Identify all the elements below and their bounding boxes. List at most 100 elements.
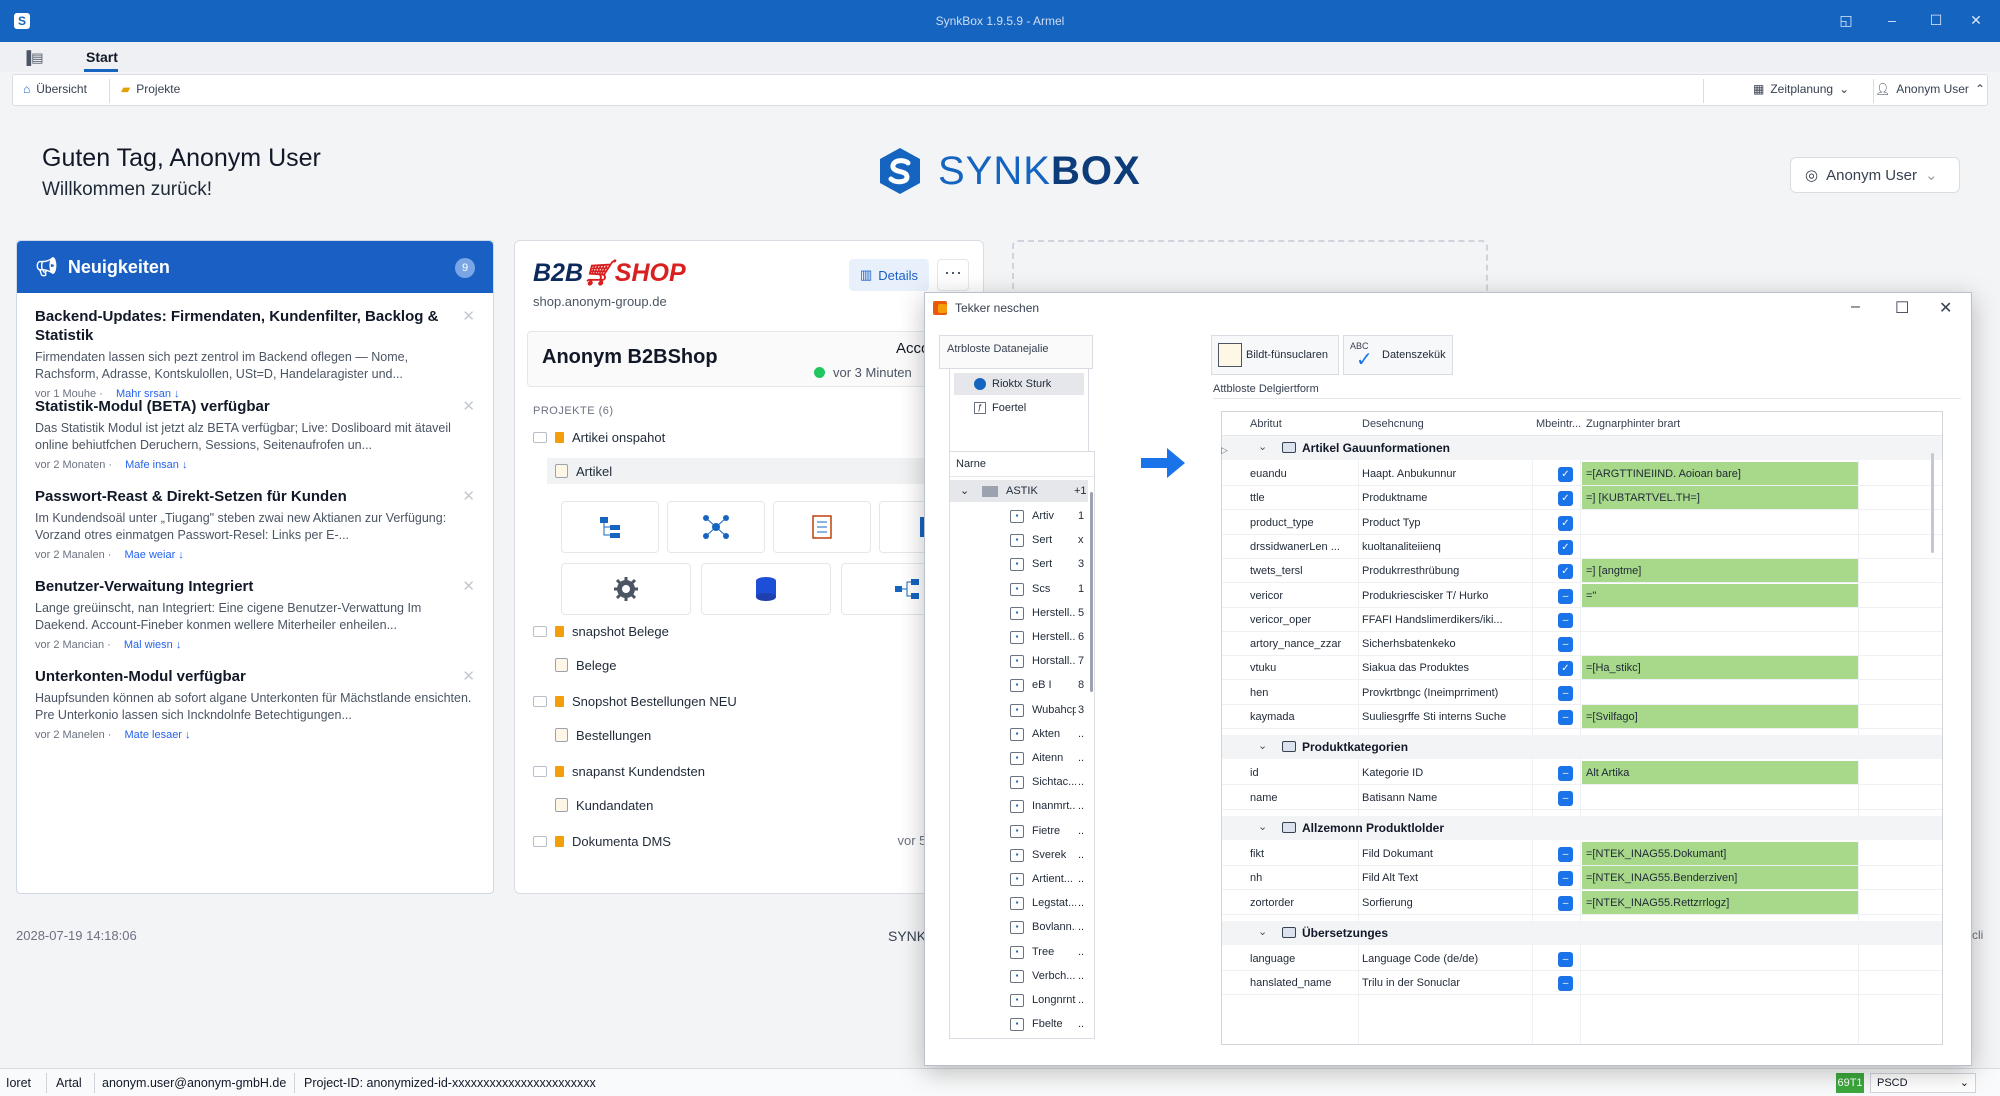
grid-row[interactable]: drssidwanerLen ... kuoltanaliteiienq ✓	[1222, 535, 1942, 559]
tree-field-row[interactable]: ▪ Akten..	[950, 722, 1088, 746]
checkbox[interactable]: –	[1558, 790, 1573, 806]
project-folder[interactable]: Dokumenta DMS	[533, 828, 671, 854]
grid-group-header[interactable]: ⌄ Übersetzunges	[1222, 920, 1942, 945]
close-icon[interactable]: ✕	[462, 307, 475, 325]
checkbox[interactable]: ✓	[1558, 564, 1573, 580]
shop-url[interactable]: shop.anonym-group.de	[533, 294, 667, 309]
checkbox[interactable]: ✓	[1558, 491, 1573, 507]
checkbox[interactable]: –	[1558, 846, 1573, 862]
close-icon[interactable]: ✕	[1939, 298, 1952, 318]
mapping-cell[interactable]: =[NTEK_INAG55.Rettzrrlogz]	[1582, 890, 1858, 914]
grid-row[interactable]: name Batisann Name –	[1222, 786, 1942, 810]
collapse-arrow-icon[interactable]: ▷	[1221, 445, 1228, 456]
mapping-cell[interactable]	[1582, 971, 1858, 994]
close-icon[interactable]: ✕	[462, 667, 475, 685]
empty-card-placeholder[interactable]	[1012, 240, 1488, 300]
schedule-dropdown[interactable]: ▦ Zeitplanung ⌄	[1753, 82, 1849, 96]
grid-row[interactable]: hen Provkrtbngc (Ineimprriment) –	[1222, 681, 1942, 705]
checkbox[interactable]: –	[1558, 685, 1573, 701]
image-replace-button[interactable]: Bildt-fünsuclaren	[1211, 335, 1339, 375]
mapping-cell[interactable]: =[NTEK_INAG55.Dokumant]	[1582, 841, 1858, 865]
close-icon[interactable]: ✕	[462, 487, 475, 505]
database-cylinder-icon[interactable]	[701, 563, 831, 615]
read-more-link[interactable]: Mae weiar ↓	[125, 549, 184, 561]
project-folder[interactable]: Artikei onspahot	[533, 424, 665, 450]
project-folder[interactable]: snapanst Kundendsten	[533, 758, 705, 784]
mapping-cell[interactable]	[1582, 608, 1858, 631]
close-icon[interactable]: ✕	[1966, 12, 1986, 29]
user-menu[interactable]: 👤︎ Anonym User ⌃	[1875, 82, 1985, 96]
grid-row[interactable]: id Kategorie ID – Alt Artika	[1222, 761, 1942, 786]
read-more-link[interactable]: Mafe insan ↓	[125, 459, 187, 471]
scrollbar[interactable]	[1090, 492, 1093, 692]
more-options-button[interactable]: ···	[937, 259, 969, 291]
tree-field-row[interactable]: ▪ Longnrnt..	[950, 988, 1088, 1012]
tree-structure-icon[interactable]	[561, 501, 659, 553]
news-item[interactable]: Unterkonten-Modul verfügbar Haupfsunden …	[35, 667, 475, 741]
mapping-cell[interactable]: =[Ha_stikc]	[1582, 656, 1858, 680]
grid-row[interactable]: euandu Haapt. Anbukunnur ✓ =[ARGTTINEIIN…	[1222, 462, 1942, 486]
tree-field-row[interactable]: ▪Bovlann.....	[950, 915, 1088, 939]
tree-field-row[interactable]: ▪ Aitenn..	[950, 746, 1088, 770]
news-item[interactable]: Passwort-Reast & Direkt-Setzen für Kunde…	[35, 487, 475, 561]
quick-access-icon[interactable]: ▐▤	[22, 50, 44, 66]
grid-row[interactable]: zortorder Sorfierung – =[NTEK_INAG55.Ret…	[1222, 890, 1942, 915]
grid-row[interactable]: kaymada Suuliesgrffe Sti interns Suche –…	[1222, 705, 1942, 729]
list-document-icon[interactable]	[773, 501, 871, 553]
grid-row[interactable]: ttle Produktname ✓ =] [KUBTARTVEL.TH=]	[1222, 486, 1942, 511]
home-button[interactable]: ⌂ Übersicht	[23, 82, 87, 96]
tree-field-row[interactable]: ▪ Tree..	[950, 940, 1088, 964]
grid-row[interactable]: twets_tersl Produkrresthrübung ✓ =] [ang…	[1222, 559, 1942, 584]
project-folder[interactable]: snapshot Belege	[533, 618, 669, 644]
mapping-cell[interactable]: =[NTEK_INAG55.Benderziven]	[1582, 866, 1858, 890]
project-item[interactable]: Kundandaten	[555, 792, 653, 818]
checkbox[interactable]: –	[1558, 951, 1573, 967]
close-icon[interactable]: ✕	[462, 397, 475, 415]
mapping-cell[interactable]: =] [angtme]	[1582, 559, 1858, 583]
tree-field-row[interactable]: ▪ Verbch.....	[950, 964, 1088, 988]
restore-icon[interactable]: ◱	[1836, 12, 1856, 29]
tree-field-row[interactable]: ▪ Horstall... 7	[950, 649, 1088, 673]
maximize-icon[interactable]: ☐	[1926, 12, 1946, 29]
checkbox[interactable]: –	[1558, 710, 1573, 725]
news-item[interactable]: Benutzer-Verwaitung Integriert Lange gre…	[35, 577, 475, 651]
maximize-icon[interactable]: ☐	[1895, 298, 1909, 318]
tree-field-row[interactable]: ▪ Sverek..	[950, 843, 1088, 867]
tree-field-row[interactable]: ▪ Sichtac.....	[950, 770, 1088, 794]
project-folder[interactable]: Snopshot Bestellungen NEU	[533, 688, 737, 714]
tree-field-row[interactable]: ▪ Artient.....	[950, 867, 1088, 891]
news-item[interactable]: Backend-Updates: Firmendaten, Kundenfilt…	[35, 307, 475, 400]
grid-row[interactable]: vericor Produkriescisker T/ Hurko – ="	[1222, 583, 1942, 608]
mapping-cell[interactable]	[1582, 786, 1858, 809]
scrollbar[interactable]	[1931, 453, 1934, 553]
tree-field-row[interactable]: ▪ Fbelte..	[950, 1012, 1088, 1036]
checkbox[interactable]: –	[1558, 637, 1573, 653]
tree-field-row[interactable]: ▪ Sert 3	[950, 552, 1088, 576]
project-item[interactable]: Artikel	[547, 458, 947, 484]
checkbox[interactable]: ✓	[1558, 515, 1573, 531]
source-item-0[interactable]: Rioktx Sturk	[954, 373, 1084, 395]
tree-field-row[interactable]: ▪ Sert x	[950, 528, 1088, 552]
project-item[interactable]: Belege	[555, 652, 616, 678]
tab-start[interactable]: Start	[86, 49, 118, 65]
checkbox[interactable]: –	[1558, 588, 1573, 604]
close-icon[interactable]: ✕	[462, 577, 475, 595]
mapping-cell[interactable]	[1582, 632, 1858, 655]
grid-row[interactable]: product_type Product Typ ✓	[1222, 511, 1942, 535]
grid-group-header[interactable]: ⌄ Allzemonn Produktlolder	[1222, 815, 1942, 840]
mapping-cell[interactable]	[1582, 511, 1858, 534]
grid-row[interactable]: fikt Fild Dokumant – =[NTEK_INAG55.Dokum…	[1222, 841, 1942, 866]
tree-field-row[interactable]: ▪ Scs 1	[950, 577, 1088, 601]
checkbox[interactable]: ✓	[1558, 539, 1573, 555]
grid-row[interactable]: nh Fild Alt Text – =[NTEK_INAG55.Benderz…	[1222, 866, 1942, 891]
grid-group-header[interactable]: ⌄ Produktkategorien	[1222, 735, 1942, 760]
mapping-cell[interactable]	[1582, 947, 1858, 970]
mapping-cell[interactable]: Alt Artika	[1582, 761, 1858, 785]
mapping-cell[interactable]: =[ARGTTINEIIND. Aoioan bare]	[1582, 462, 1858, 485]
details-button[interactable]: ▥ Details	[849, 259, 929, 291]
gear-icon[interactable]	[561, 563, 691, 615]
data-check-button[interactable]: ABC ✓ Datenszekük	[1343, 335, 1453, 375]
grid-row[interactable]: vtuku Siakua das Produktes ✓ =[Ha_stikc]	[1222, 656, 1942, 681]
mapping-cell[interactable]: ="	[1582, 583, 1858, 607]
checkbox[interactable]: –	[1558, 766, 1573, 782]
